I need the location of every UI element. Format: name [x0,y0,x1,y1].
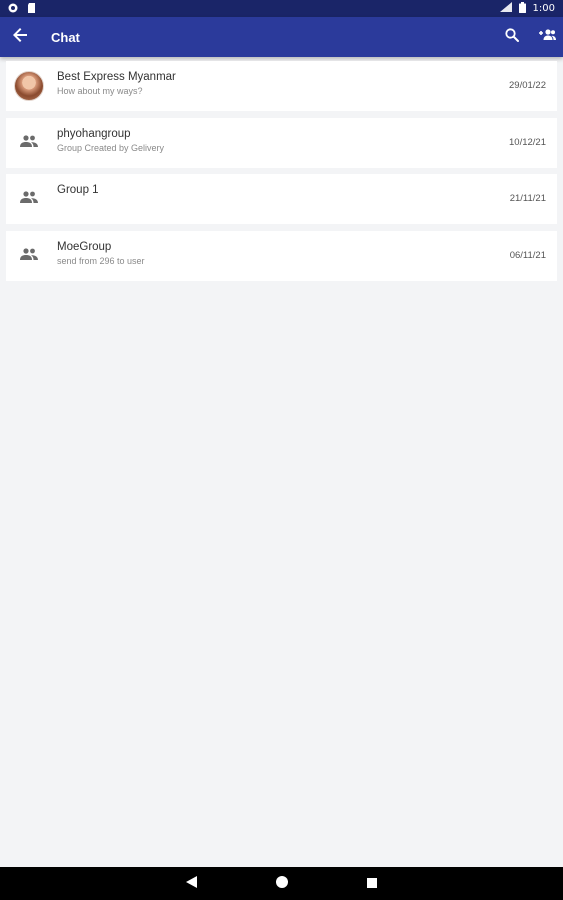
sd-card-icon [27,0,36,18]
nav-recents-button[interactable] [327,867,417,900]
chat-date: 21/11/21 [509,193,546,204]
search-icon [505,27,519,47]
avatar-wrap [6,61,52,111]
chat-text: phyohangroup Group Created by Gelivery [57,127,164,155]
group-add-icon [536,28,556,46]
chat-date: 06/11/21 [509,249,546,261]
group-icon [20,247,38,265]
status-right: 1:00 [499,1,555,16]
chat-name: phyohangroup [57,127,131,140]
back-button[interactable] [0,17,40,57]
chat-last-message: send from 296 to user [57,255,145,266]
chat-item-best-express-myanmar[interactable]: Best Express Myanmar How about my ways? … [6,61,557,111]
chat-name: Group 1 [57,184,99,196]
status-left [8,0,36,18]
status-time: 1:00 [532,3,555,14]
chat-text: MoeGroup send from 296 to user [57,240,145,268]
home-circle-icon [275,875,288,893]
notification-icon [8,0,18,18]
chat-item-moegroup[interactable]: MoeGroup send from 296 to user 06/11/21 [6,230,557,281]
chat-last-message: Group Created by Gelivery [57,142,165,153]
chat-name: MoeGroup [57,240,112,253]
add-group-button[interactable] [529,17,563,57]
battery-icon [518,1,526,16]
app-bar: Chat [0,17,563,57]
signal-icon [499,2,512,15]
back-triangle-icon [186,875,197,893]
page-title: Chat [51,29,80,45]
nav-home-button[interactable] [237,867,327,900]
system-nav-bar [0,867,563,900]
recents-square-icon [366,875,377,893]
chat-last-message: How about my ways? [57,86,143,96]
status-bar: 1:00 [0,0,563,17]
chat-list: Best Express Myanmar How about my ways? … [6,61,557,287]
arrow-back-icon [13,27,27,47]
nav-back-button[interactable] [147,867,237,900]
chat-date: 10/12/21 [509,136,546,148]
chat-text: Best Express Myanmar How about my ways? [57,70,176,98]
avatar-wrap [6,231,52,281]
search-button[interactable] [495,17,529,57]
avatar [14,71,44,101]
app-actions [495,17,563,57]
chat-text: Group 1 [57,183,99,198]
chat-item-phyohangroup[interactable]: phyohangroup Group Created by Gelivery 1… [6,117,557,168]
chat-name: Best Express Myanmar [57,71,176,83]
avatar-wrap [6,118,52,168]
group-icon [20,190,38,208]
chat-date: 29/01/22 [509,80,546,91]
group-icon [20,134,38,152]
chat-item-group-1[interactable]: Group 1 21/11/21 [6,174,557,224]
avatar-wrap [6,174,52,224]
